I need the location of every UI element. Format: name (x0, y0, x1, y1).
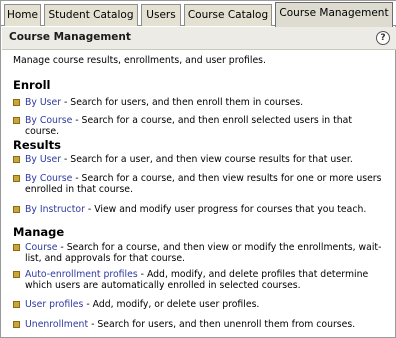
tab-home[interactable]: Home (4, 4, 41, 26)
tab-course-management[interactable]: Course Management (275, 2, 393, 27)
enroll-by-user-link[interactable]: By User (25, 97, 61, 108)
item-description: - Search for a course, and then enroll s… (25, 115, 353, 137)
manage-course-link[interactable]: Course (25, 242, 57, 253)
bullet-icon (13, 321, 20, 328)
item-description: - Add, modify, or delete user profiles. (83, 299, 260, 310)
help-icon[interactable]: ? (376, 31, 390, 45)
page-title: Course Management (9, 31, 131, 43)
page-header: Course Management ? (2, 27, 396, 50)
section-title-results: Results (13, 138, 61, 152)
list-item: Auto-enrollment profiles - Add, modify, … (13, 269, 385, 293)
bullet-icon (13, 175, 20, 182)
list-item: By Course - Search for a course, and the… (13, 173, 385, 197)
item-description: - Search for a user, and then view cours… (61, 154, 353, 165)
results-by-course-link[interactable]: By Course (25, 173, 72, 184)
results-by-user-link[interactable]: By User (25, 154, 61, 165)
item-description: - View and modify user progress for cour… (84, 204, 367, 215)
list-item: Course - Search for a course, and then v… (13, 242, 385, 266)
tab-bar: Home Student Catalog Users Course Catalo… (1, 1, 396, 27)
tab-student-catalog[interactable]: Student Catalog (44, 4, 138, 26)
unenrollment-link[interactable]: Unenrollment (25, 319, 88, 330)
list-item: By Instructor - View and modify user pro… (13, 204, 385, 216)
list-item: User profiles - Add, modify, or delete u… (13, 299, 385, 311)
auto-enrollment-profiles-link[interactable]: Auto-enrollment profiles (25, 269, 138, 280)
list-item: By User - Search for a user, and then vi… (13, 154, 385, 166)
intro-text: Manage course results, enrollments, and … (13, 55, 266, 66)
enroll-by-course-link[interactable]: By Course (25, 115, 72, 126)
bullet-icon (13, 156, 20, 163)
list-item: Unenrollment - Search for users, and the… (13, 319, 385, 331)
list-item: By User - Search for users, and then enr… (13, 97, 385, 109)
bullet-icon (13, 271, 20, 278)
results-by-instructor-link[interactable]: By Instructor (25, 204, 85, 215)
item-description: - Search for users, and then enroll them… (61, 97, 304, 108)
section-title-manage: Manage (13, 225, 65, 239)
section-title-enroll: Enroll (13, 78, 51, 92)
item-description: - Search for a course, and then view res… (25, 173, 382, 195)
user-profiles-link[interactable]: User profiles (25, 299, 83, 310)
item-description: - Search for a course, and then view or … (25, 242, 382, 264)
bullet-icon (13, 206, 20, 213)
list-item: By Course - Search for a course, and the… (13, 115, 385, 137)
tab-users[interactable]: Users (141, 4, 181, 26)
bullet-icon (13, 117, 20, 124)
item-description: - Search for users, and then unenroll th… (88, 319, 356, 330)
bullet-icon (13, 301, 20, 308)
tab-course-catalog[interactable]: Course Catalog (184, 4, 272, 26)
bullet-icon (13, 244, 20, 251)
bullet-icon (13, 99, 20, 106)
app-frame: Home Student Catalog Users Course Catalo… (0, 0, 396, 338)
